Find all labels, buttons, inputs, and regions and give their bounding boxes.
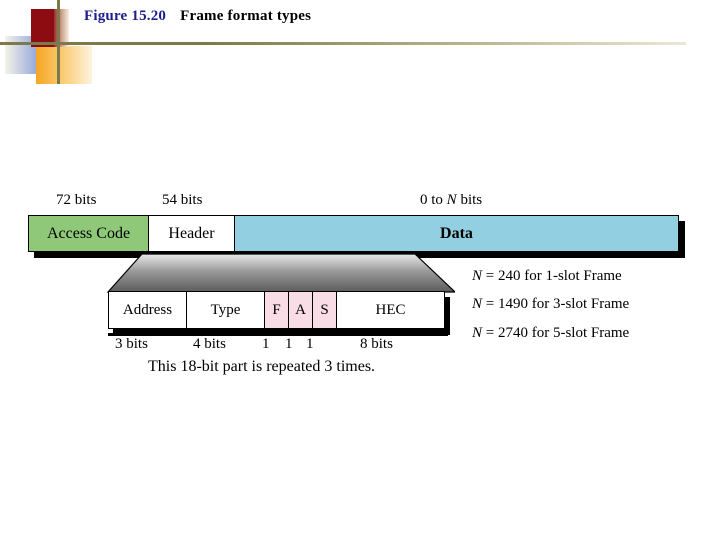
frame-cell-header: Header (149, 216, 235, 251)
frame-cell-access-code: Access Code (29, 216, 149, 251)
frame-format-diagram: 72 bits 54 bits 0 to N bits Access Code … (0, 0, 720, 540)
label-hec-bits: 8 bits (360, 336, 393, 352)
label-address-bits: 3 bits (115, 336, 148, 352)
header-detail-bar: Address Type F A S HEC (108, 291, 445, 329)
label-flow-bits: 1 (262, 336, 270, 352)
n-value-1-slot: N = 240 for 1-slot Frame (472, 268, 622, 284)
header-cell-seq: S (313, 292, 337, 328)
n-value-5-slot: N = 2740 for 5-slot Frame (472, 325, 630, 341)
label-ack-bits: 1 (285, 336, 293, 352)
expansion-funnel (106, 253, 455, 293)
label-type-bits: 4 bits (193, 336, 226, 352)
frame-bar: Access Code Header Data (28, 215, 679, 252)
repeat-caption: This 18-bit part is repeated 3 times. (148, 358, 376, 375)
label-access-code-size: 72 bits (56, 192, 97, 208)
header-cell-type: Type (187, 292, 265, 328)
n-value-3-slot: N = 1490 for 3-slot Frame (472, 296, 630, 312)
header-cell-address: Address (109, 292, 187, 328)
header-detail-underline (108, 333, 448, 336)
header-cell-hec: HEC (375, 301, 406, 318)
label-data-size: 0 to N bits (420, 192, 483, 208)
header-cell-flow: F (265, 292, 289, 328)
frame-cell-data: Data (235, 216, 678, 251)
label-seq-bits: 1 (306, 336, 314, 352)
header-cell-ack: A (289, 292, 313, 328)
label-header-size: 54 bits (162, 192, 203, 208)
